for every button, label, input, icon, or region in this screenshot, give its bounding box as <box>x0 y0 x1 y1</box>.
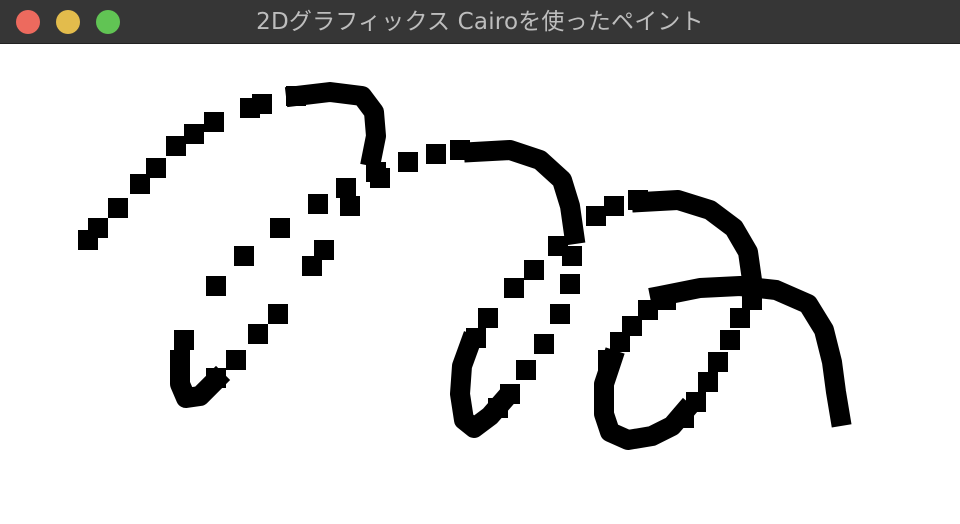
brush-stamp <box>586 206 606 226</box>
brush-stamp <box>340 196 360 216</box>
brush-stamp <box>268 304 288 324</box>
brush-stamp <box>226 350 246 370</box>
brush-stamp <box>166 136 186 156</box>
brush-stroke <box>170 350 231 408</box>
close-button[interactable] <box>16 10 40 34</box>
brush-stamp <box>550 304 570 324</box>
brush-stroke <box>594 347 699 450</box>
brush-stamp <box>146 158 166 178</box>
brush-stamp <box>234 246 254 266</box>
brush-stamp <box>308 194 328 214</box>
brush-stamp <box>426 144 446 164</box>
brush-stamp <box>252 94 272 114</box>
drawing-surface <box>78 82 852 450</box>
zoom-button[interactable] <box>96 10 120 34</box>
brush-stamp <box>524 260 544 280</box>
brush-stamp <box>270 218 290 238</box>
brush-stamp <box>88 218 108 238</box>
brush-stamp <box>108 198 128 218</box>
title-bar[interactable]: 2Dグラフィックス Cairoを使ったペイント <box>0 0 960 44</box>
brush-stroke <box>463 140 586 246</box>
brush-stamp <box>204 112 224 132</box>
brush-stroke <box>450 331 519 438</box>
brush-stamp <box>174 330 194 350</box>
brush-stroke <box>284 82 386 168</box>
brush-stamp <box>302 256 322 276</box>
brush-stamp <box>504 278 524 298</box>
brush-stamp <box>604 196 624 216</box>
brush-stamp <box>708 352 728 372</box>
brush-stamp <box>730 308 750 328</box>
brush-stamp <box>698 372 718 392</box>
brush-stamp <box>398 152 418 172</box>
window-title: 2Dグラフィックス Cairoを使ったペイント <box>256 9 704 35</box>
brush-stamp <box>206 276 226 296</box>
paint-canvas[interactable] <box>0 44 960 524</box>
brush-stamp <box>560 274 580 294</box>
brush-strokes <box>78 82 852 450</box>
app-window: 2Dグラフィックス Cairoを使ったペイント <box>0 0 960 524</box>
brush-stamp <box>534 334 554 354</box>
brush-stamp <box>336 178 356 198</box>
brush-stamp <box>184 124 204 144</box>
minimize-button[interactable] <box>56 10 80 34</box>
brush-stamp <box>478 308 498 328</box>
brush-stamp <box>248 324 268 344</box>
brush-stamp <box>370 168 390 188</box>
brush-stamp <box>562 246 582 266</box>
brush-stamp <box>516 360 536 380</box>
brush-stamp <box>720 330 740 350</box>
